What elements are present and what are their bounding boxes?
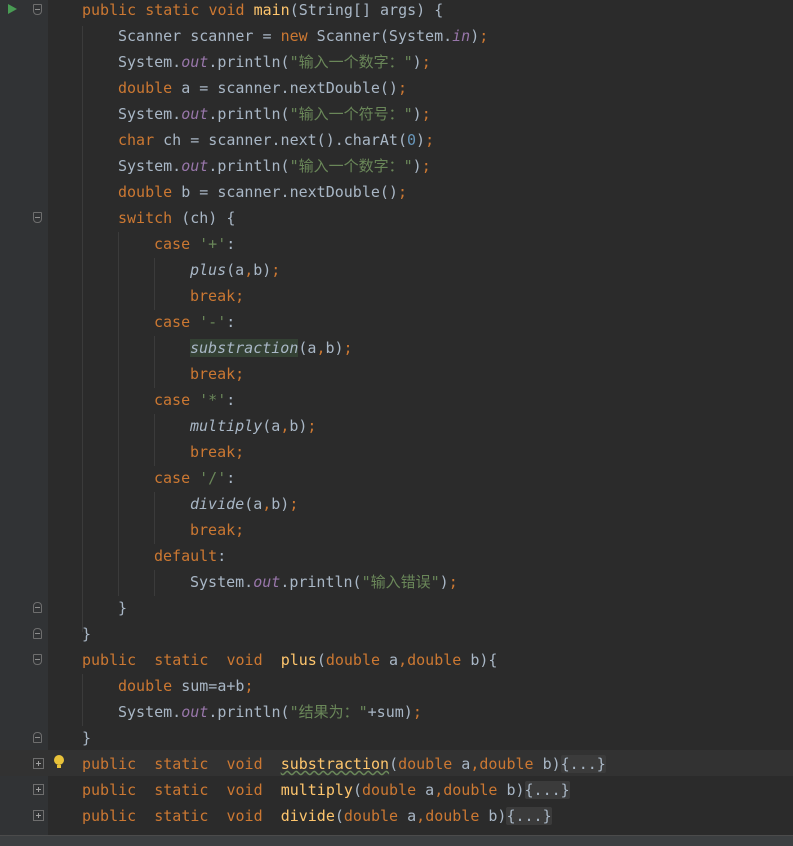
fold-marker-icon[interactable] <box>33 212 42 223</box>
code-line[interactable]: public static void multiply(double a,dou… <box>82 777 570 803</box>
code-line[interactable]: System.out.println("输入错误"); <box>190 569 458 595</box>
code-line[interactable]: case '/': <box>154 465 235 491</box>
indent-guide <box>154 414 155 466</box>
code-line[interactable]: default: <box>154 543 226 569</box>
code-line[interactable]: public static void plus(double a,double … <box>82 647 497 673</box>
run-triangle-icon[interactable] <box>8 4 17 14</box>
indent-guide <box>154 570 155 596</box>
code-line[interactable]: System.out.println("结果为："+sum); <box>118 699 422 725</box>
code-line[interactable]: public static void main(String[] args) { <box>82 0 443 23</box>
code-line[interactable]: System.out.println("输入一个数字："); <box>118 49 431 75</box>
expand-fold-icon[interactable] <box>33 784 44 795</box>
horizontal-scrollbar[interactable] <box>0 835 793 846</box>
code-line[interactable]: Scanner scanner = new Scanner(System.in)… <box>118 23 488 49</box>
code-line[interactable]: case '-': <box>154 309 235 335</box>
indent-guide <box>154 336 155 388</box>
code-line[interactable]: break; <box>190 283 244 309</box>
indent-guide <box>82 26 83 632</box>
indent-guide <box>82 674 83 726</box>
fold-end-marker-icon[interactable] <box>33 628 42 639</box>
code-line[interactable]: System.out.println("输入一个符号："); <box>118 101 431 127</box>
code-line[interactable]: char ch = scanner.next().charAt(0); <box>118 127 434 153</box>
lightbulb-icon[interactable] <box>54 755 64 768</box>
code-line[interactable]: switch (ch) { <box>118 205 235 231</box>
fold-marker-icon[interactable] <box>33 654 42 665</box>
code-line[interactable]: break; <box>190 439 244 465</box>
code-line[interactable]: double a = scanner.nextDouble(); <box>118 75 407 101</box>
code-line[interactable]: plus(a,b); <box>190 257 280 283</box>
code-line[interactable]: public static void substraction(double a… <box>82 751 606 777</box>
code-line[interactable]: multiply(a,b); <box>190 413 316 439</box>
indent-guide <box>154 258 155 310</box>
fold-marker-icon[interactable] <box>33 4 42 15</box>
code-line[interactable]: break; <box>190 517 244 543</box>
code-line[interactable]: double b = scanner.nextDouble(); <box>118 179 407 205</box>
expand-fold-icon[interactable] <box>33 810 44 821</box>
code-line[interactable]: System.out.println("输入一个数字："); <box>118 153 431 179</box>
code-line[interactable]: break; <box>190 361 244 387</box>
expand-fold-icon[interactable] <box>33 758 44 769</box>
code-line[interactable]: case '+': <box>154 231 235 257</box>
indent-guide <box>154 492 155 544</box>
gutter <box>0 0 48 836</box>
code-line[interactable]: } <box>118 595 127 621</box>
code-line[interactable]: divide(a,b); <box>190 491 298 517</box>
code-line[interactable]: double sum=a+b; <box>118 673 253 699</box>
code-line[interactable]: public static void divide(double a,doubl… <box>82 803 552 829</box>
indent-guide <box>118 232 119 596</box>
code-line[interactable]: } <box>82 725 91 751</box>
code-line[interactable]: case '*': <box>154 387 235 413</box>
fold-end-marker-icon[interactable] <box>33 732 42 743</box>
fold-end-marker-icon[interactable] <box>33 602 42 613</box>
code-line[interactable]: } <box>82 621 91 647</box>
code-line[interactable]: substraction(a,b); <box>190 335 353 361</box>
